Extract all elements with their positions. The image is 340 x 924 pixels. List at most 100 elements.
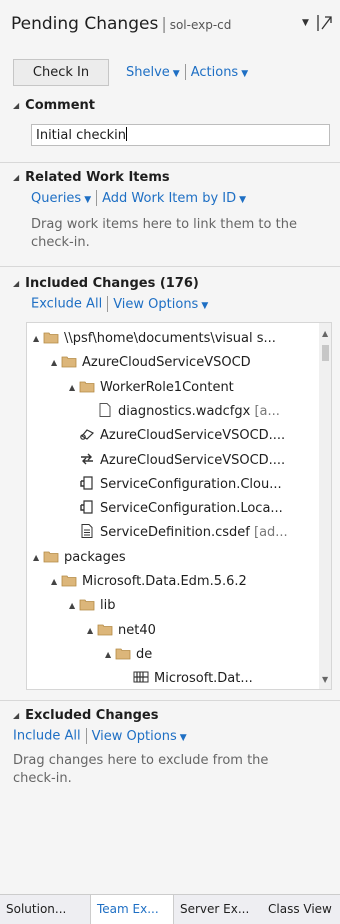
expander-icon[interactable]: ▲ bbox=[69, 376, 79, 400]
title-separator: | bbox=[161, 14, 167, 33]
comment-text: Initial checkin bbox=[36, 128, 127, 143]
tree-row[interactable]: ServiceConfiguration.Clou... bbox=[69, 473, 282, 497]
tree-item-label: net40 bbox=[118, 622, 156, 638]
divider bbox=[85, 728, 87, 744]
tree-row[interactable]: Microsoft.Dat... bbox=[123, 667, 253, 689]
chevron-down-icon: ▼ bbox=[172, 68, 180, 79]
tree-item-label: \\psf\home\documents\visual s... bbox=[64, 331, 276, 346]
tree-row[interactable]: ▲ de bbox=[105, 643, 152, 667]
tree-item-suffix: [a... bbox=[250, 403, 280, 419]
expander-icon[interactable]: ▲ bbox=[51, 570, 61, 594]
tree-row[interactable]: AzureCloudServiceVSOCD.... bbox=[69, 449, 285, 473]
include-all-link[interactable]: Include All bbox=[13, 729, 81, 744]
check-in-button[interactable]: Check In bbox=[13, 59, 109, 86]
panel-header: Pending Changes | sol-exp-cd ▼ bbox=[0, 0, 340, 46]
expander-icon[interactable]: ▲ bbox=[69, 594, 79, 618]
tree-item-label: packages bbox=[64, 549, 126, 565]
header-dropdown-icon[interactable]: ▼ bbox=[302, 18, 309, 28]
included-heading: Included Changes (176) bbox=[25, 276, 199, 291]
expander-icon[interactable]: ▲ bbox=[105, 643, 115, 667]
scroll-up-icon[interactable]: ▲ bbox=[322, 329, 328, 338]
tree-row[interactable]: ▲ Microsoft.Data.Edm.5.6.2 bbox=[51, 570, 247, 594]
view-options-link[interactable]: View Options ▼ bbox=[92, 729, 187, 744]
shelve-link[interactable]: Shelve ▼ bbox=[126, 65, 180, 80]
tree-row[interactable]: ▲ net40 bbox=[87, 619, 156, 643]
tool-window-tabs: Solution... Team Ex... Server Ex... Class V… bbox=[0, 894, 340, 924]
scroll-thumb[interactable] bbox=[322, 345, 329, 361]
tree-item-label: ServiceConfiguration.Loca... bbox=[100, 501, 283, 517]
excluded-links: Include All View Options ▼ bbox=[13, 728, 187, 744]
document-icon bbox=[79, 523, 95, 539]
tree-item-label: de bbox=[136, 646, 153, 662]
queries-link[interactable]: Queries ▼ bbox=[31, 191, 91, 206]
tree-item-label: AzureCloudServiceVSOCD.... bbox=[100, 452, 286, 468]
toolbar-links: Shelve ▼ Actions ▼ bbox=[126, 64, 248, 80]
chevron-down-icon: ▼ bbox=[239, 194, 247, 205]
related-help-text: Drag work items here to link them to the… bbox=[31, 217, 297, 250]
title-text: Pending Changes bbox=[11, 14, 159, 34]
divider bbox=[184, 64, 186, 80]
collapse-triangle-icon: ◢ bbox=[13, 101, 20, 110]
view-options-link[interactable]: View Options ▼ bbox=[113, 297, 208, 312]
tree-row[interactable]: ServiceDefinition.csdef [ad... bbox=[69, 521, 288, 545]
tree-item-label: AzureCloudServiceVSOCD.... bbox=[100, 428, 286, 444]
folder-icon bbox=[43, 548, 59, 563]
collapse-triangle-icon: ◢ bbox=[13, 279, 20, 288]
divider bbox=[107, 296, 109, 312]
included-changes-tree[interactable]: ▲ ▼ ▲ \\psf\home\documents\visual s... ▲ Az… bbox=[26, 322, 332, 690]
expander-icon[interactable]: ▲ bbox=[51, 351, 61, 375]
comment-input[interactable]: Initial checkin bbox=[31, 124, 330, 146]
tree-row[interactable]: AzureCloudServiceVSOCD.... bbox=[69, 424, 285, 448]
navigate-home-icon[interactable] bbox=[316, 13, 334, 33]
tab-class-view[interactable]: Class View bbox=[262, 895, 340, 924]
chevron-down-icon: ▼ bbox=[179, 732, 187, 743]
config-icon bbox=[79, 499, 95, 514]
tree-row[interactable]: ▲ AzureCloudServiceVSOCD bbox=[51, 351, 251, 375]
add-work-item-link[interactable]: Add Work Item by ID ▼ bbox=[102, 191, 246, 206]
excluded-changes-header[interactable]: ◢ Excluded Changes bbox=[13, 708, 158, 723]
folder-icon bbox=[79, 378, 95, 392]
related-links: Queries ▼ Add Work Item by ID ▼ bbox=[31, 190, 246, 206]
config-icon bbox=[79, 475, 95, 490]
exclude-all-link[interactable]: Exclude All bbox=[31, 297, 102, 312]
tree-row[interactable]: ▲ packages bbox=[33, 546, 126, 570]
folder-icon bbox=[97, 621, 113, 635]
included-links: Exclude All View Options ▼ bbox=[31, 296, 208, 312]
shelve-label: Shelve bbox=[126, 64, 170, 80]
chevron-down-icon: ▼ bbox=[241, 68, 249, 79]
tree-row[interactable]: ▲ WorkerRole1Content bbox=[69, 376, 234, 400]
tree-item-label: ServiceDefinition.csdef bbox=[100, 525, 250, 541]
related-work-items-header[interactable]: ◢ Related Work Items bbox=[13, 170, 170, 185]
folder-icon bbox=[43, 329, 59, 344]
tab-server-ex[interactable]: Server Ex... bbox=[174, 895, 262, 924]
excluded-heading: Excluded Changes bbox=[25, 708, 159, 723]
expander-icon[interactable]: ▲ bbox=[33, 327, 43, 351]
queries-label: Queries bbox=[31, 190, 82, 206]
scroll-down-icon[interactable]: ▼ bbox=[322, 675, 328, 684]
folder-icon bbox=[115, 645, 131, 660]
swap-icon bbox=[79, 451, 95, 465]
tree-scrollbar[interactable]: ▲ ▼ bbox=[319, 323, 331, 689]
folder-icon bbox=[61, 353, 77, 368]
workspace-name[interactable]: sol-exp-cd bbox=[170, 18, 232, 32]
project-icon bbox=[79, 426, 95, 440]
tree-row[interactable]: ▲ \\psf\home\documents\visual s... bbox=[33, 327, 276, 351]
included-changes-header[interactable]: ◢ Included Changes (176) bbox=[13, 276, 199, 291]
add-work-item-label: Add Work Item by ID bbox=[102, 190, 237, 206]
tree-row[interactable]: ServiceConfiguration.Loca... bbox=[69, 497, 283, 521]
expander-icon[interactable]: ▲ bbox=[87, 619, 97, 643]
expander-icon[interactable]: ▲ bbox=[33, 546, 43, 570]
section-divider bbox=[0, 266, 340, 267]
actions-link[interactable]: Actions ▼ bbox=[191, 65, 248, 80]
section-divider bbox=[0, 700, 340, 701]
comment-section-header[interactable]: ◢ Comment bbox=[13, 98, 95, 113]
tree-row[interactable]: diagnostics.wadcfgx [a... bbox=[87, 400, 280, 424]
tree-item-label: diagnostics.wadcfgx bbox=[118, 403, 251, 419]
divider bbox=[96, 190, 98, 206]
tree-row[interactable]: ▲ lib bbox=[69, 594, 115, 618]
tree-item-label: Microsoft.Dat... bbox=[154, 671, 253, 687]
tree-item-label: ServiceConfiguration.Clou... bbox=[100, 476, 282, 492]
comment-heading: Comment bbox=[25, 98, 96, 113]
tab-solution[interactable]: Solution... bbox=[0, 895, 90, 924]
tab-team-ex[interactable]: Team Ex... bbox=[90, 895, 174, 924]
